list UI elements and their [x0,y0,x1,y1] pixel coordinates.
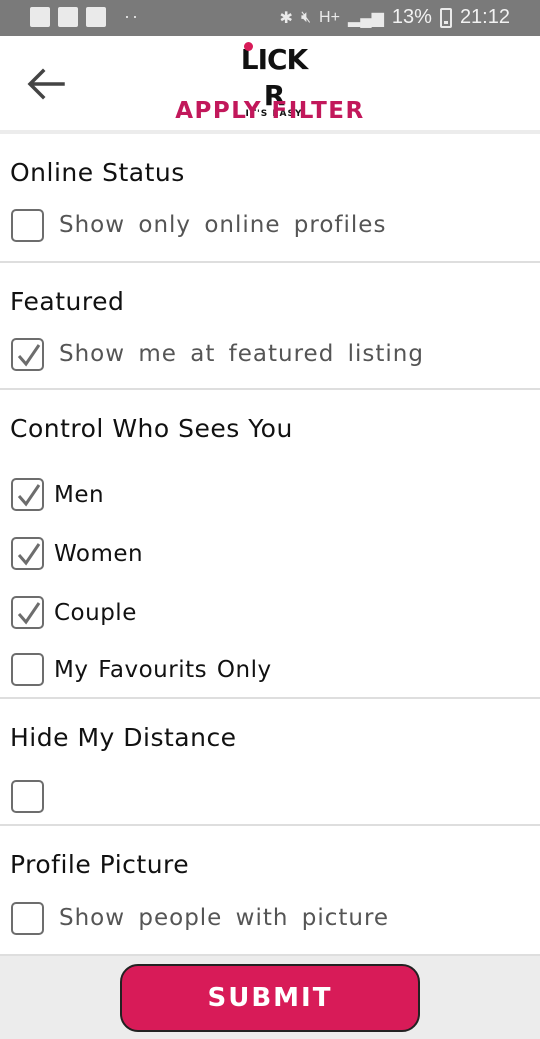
mute-icon: 🔇︎ [300,8,312,26]
option-label: Show me at featured listing [59,341,424,367]
gallery-icon [86,6,106,27]
battery-icon [439,7,452,28]
section-profile-picture: Profile Picture Show people with picture [0,826,540,954]
section-online-status: Online Status Show only online profiles [0,134,540,263]
arrow-left-icon [27,68,65,100]
option-label: Show only online profiles [59,212,387,238]
checkbox-checked[interactable] [11,537,44,570]
clock: 21:12 [459,6,510,28]
gmail-icon [30,6,50,27]
notification-icons: ·· [30,6,140,27]
checkbox-checked[interactable] [11,596,44,629]
option-with-picture[interactable]: Show people with picture [0,890,540,946]
checkbox-unchecked[interactable] [11,779,44,813]
option-women[interactable]: Women [0,524,540,583]
section-title: Online Status [10,158,185,187]
app-logo: LICK R IT'S EASY [228,42,320,119]
filter-list: Online Status Show only online profiles … [0,134,540,954]
checkmark-icon [17,484,41,507]
option-show-online[interactable]: Show only online profiles [0,198,540,252]
section-featured: Featured Show me at featured listing [0,263,540,390]
option-label: Men [54,481,105,508]
option-favourites-only[interactable]: My Favourits Only [0,642,540,697]
checkmark-icon [17,602,41,625]
checkbox-checked[interactable] [11,337,44,371]
checkbox-unchecked[interactable] [11,208,44,242]
bottom-bar: SUBMIT [0,954,540,1039]
option-label: Women [54,540,144,567]
checkmark-icon [17,343,41,366]
checkbox-checked[interactable] [11,478,44,511]
submit-button[interactable]: SUBMIT [120,964,420,1032]
option-hide-distance[interactable] [0,771,540,821]
section-control-visibility: Control Who Sees You Men Women Couple My… [0,390,540,699]
app-header: LICK R IT'S EASY APPLY FILTER [0,36,540,134]
signal-icon: ▂▄▆ [347,9,384,27]
checkbox-unchecked[interactable] [11,653,44,686]
option-label: Couple [54,599,137,626]
section-title: Control Who Sees You [10,414,293,443]
section-title: Featured [10,287,125,316]
battery-percent: 13% [391,6,432,28]
section-title: Hide My Distance [10,723,237,752]
checkbox-unchecked[interactable] [11,901,44,935]
system-icons: ✱ 🔇︎ H+ ▂▄▆ 13% 21:12 [280,6,510,29]
option-featured-listing[interactable]: Show me at featured listing [0,327,540,381]
option-label: My Favourits Only [54,656,272,683]
logo-dot-icon [244,42,253,51]
checkmark-icon [17,543,41,566]
facebook-icon [58,6,78,27]
section-title: Profile Picture [10,850,190,879]
section-hide-distance: Hide My Distance [0,699,540,826]
page-title: APPLY FILTER [175,98,365,124]
option-label: Show people with picture [59,905,390,931]
bluetooth-icon: ✱ [279,9,293,27]
more-notifications-icon: ·· [124,6,140,26]
status-bar: ·· ✱ 🔇︎ H+ ▂▄▆ 13% 21:12 [0,0,540,36]
option-men[interactable]: Men [0,465,540,524]
network-type: H+ [319,8,340,26]
option-couple[interactable]: Couple [0,583,540,642]
